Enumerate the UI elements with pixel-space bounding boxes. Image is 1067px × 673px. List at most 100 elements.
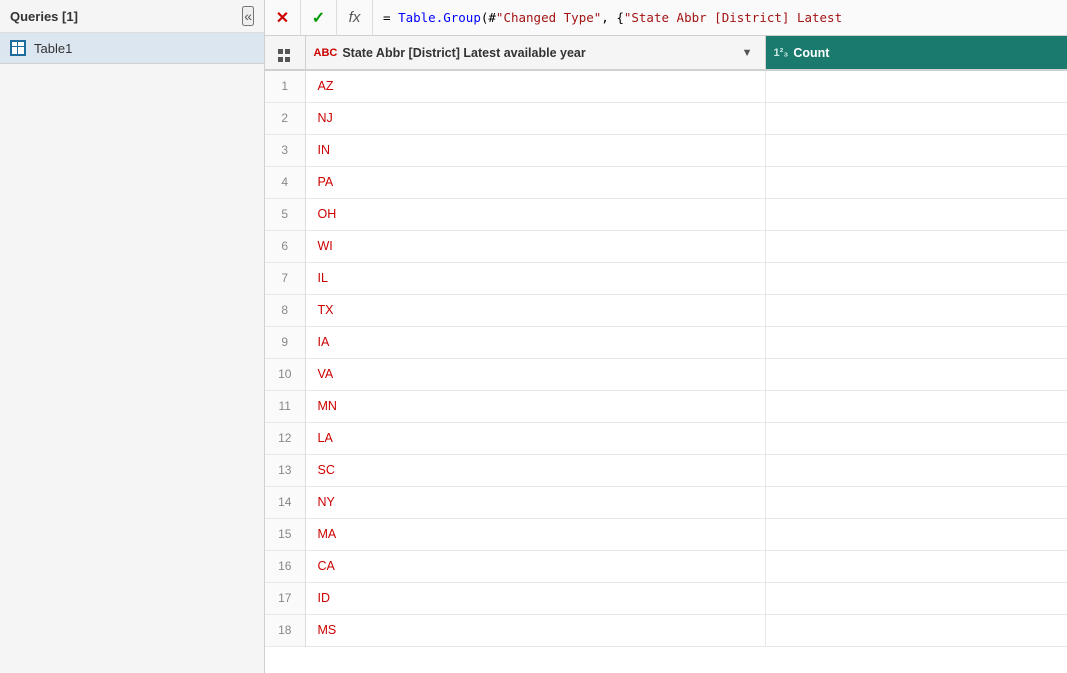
cell-count: 952 — [765, 486, 1067, 518]
th-rownum — [265, 36, 305, 70]
cell-count: 394 — [765, 134, 1067, 166]
cell-state: OH — [305, 198, 765, 230]
num-icon: 1²₃ — [774, 47, 789, 59]
cell-state: MS — [305, 614, 765, 646]
cell-count: 1078 — [765, 262, 1067, 294]
sidebar-item-label: Table1 — [34, 41, 72, 56]
cell-rownum: 13 — [265, 454, 305, 486]
table-row: 2NJ698 — [265, 102, 1067, 134]
cell-rownum: 2 — [265, 102, 305, 134]
cell-rownum: 1 — [265, 70, 305, 102]
cell-count: 368 — [765, 326, 1067, 358]
collapse-sidebar-button[interactable]: « — [242, 6, 254, 26]
th-state-label: State Abbr [District] Latest available y… — [342, 46, 585, 60]
sidebar-header: Queries [1] « — [0, 0, 264, 33]
grid-icon — [278, 49, 292, 63]
table-icon — [10, 40, 26, 56]
cell-state: LA — [305, 422, 765, 454]
table-row: 6WI461 — [265, 230, 1067, 262]
table-row: 11MN555 — [265, 390, 1067, 422]
table-row: 18MS164 — [265, 614, 1067, 646]
th-count: 1²₃ Count ▼ — [765, 36, 1067, 70]
cell-state: PA — [305, 166, 765, 198]
table-row: 1AZ673 — [265, 70, 1067, 102]
cell-rownum: 8 — [265, 294, 305, 326]
sidebar-header-left: Queries [1] — [10, 9, 78, 24]
cell-rownum: 11 — [265, 390, 305, 422]
cell-state: TX — [305, 294, 765, 326]
fx-button[interactable]: fx — [337, 0, 373, 36]
table-header-row: ABC State Abbr [District] Latest availab… — [265, 36, 1067, 70]
cell-rownum: 14 — [265, 486, 305, 518]
table-row: 7IL1078 — [265, 262, 1067, 294]
cell-rownum: 18 — [265, 614, 305, 646]
table-row: 4PA773 — [265, 166, 1067, 198]
table-row: 14NY952 — [265, 486, 1067, 518]
cell-count: 1277 — [765, 294, 1067, 326]
cell-rownum: 16 — [265, 550, 305, 582]
data-table: ABC State Abbr [District] Latest availab… — [265, 36, 1067, 647]
formula-changed-type: "Changed Type" — [496, 10, 601, 25]
cell-state: CA — [305, 550, 765, 582]
confirm-button[interactable]: ✓ — [301, 0, 337, 36]
table-row: 9IA368 — [265, 326, 1067, 358]
cell-state: NJ — [305, 102, 765, 134]
cell-state: VA — [305, 358, 765, 390]
cell-count: 555 — [765, 390, 1067, 422]
cell-state: IN — [305, 134, 765, 166]
table-row: 3IN394 — [265, 134, 1067, 166]
cell-count: 461 — [765, 230, 1067, 262]
table-row: 8TX1277 — [265, 294, 1067, 326]
main-panel: ✕ ✓ fx = Table.Group(#"Changed Type", {"… — [265, 0, 1067, 673]
cell-rownum: 15 — [265, 518, 305, 550]
cell-state: IA — [305, 326, 765, 358]
cell-count: 105 — [765, 454, 1067, 486]
formula-text[interactable]: = Table.Group(#"Changed Type", {"State A… — [373, 10, 1067, 25]
abc-icon: ABC — [314, 47, 338, 59]
cell-state: WI — [305, 230, 765, 262]
sidebar: Queries [1] « Table1 — [0, 0, 265, 673]
formula-fn-name: Table.Group — [398, 10, 481, 25]
table-row: 17ID151 — [265, 582, 1067, 614]
table-body: 1AZ6732NJ6983IN3944PA7735OH10916WI4617IL… — [265, 70, 1067, 646]
cancel-button[interactable]: ✕ — [265, 0, 301, 36]
cell-count: 1091 — [765, 198, 1067, 230]
cell-count: 698 — [765, 102, 1067, 134]
th-state: ABC State Abbr [District] Latest availab… — [305, 36, 765, 70]
table-row: 15MA403 — [265, 518, 1067, 550]
cell-count: 225 — [765, 358, 1067, 390]
table-row: 12LA126 — [265, 422, 1067, 454]
sidebar-item-table1[interactable]: Table1 — [0, 33, 264, 64]
cell-rownum: 4 — [265, 166, 305, 198]
cell-count: 1193 — [765, 550, 1067, 582]
table-row: 5OH1091 — [265, 198, 1067, 230]
cell-count: 673 — [765, 70, 1067, 102]
formula-bar: ✕ ✓ fx = Table.Group(#"Changed Type", {"… — [265, 0, 1067, 36]
cell-rownum: 3 — [265, 134, 305, 166]
cell-state: AZ — [305, 70, 765, 102]
cell-state: IL — [305, 262, 765, 294]
th-count-label: Count — [793, 46, 829, 60]
cell-count: 126 — [765, 422, 1067, 454]
state-filter-button[interactable]: ▼ — [738, 45, 757, 61]
cell-count: 773 — [765, 166, 1067, 198]
formula-equals: = — [383, 10, 398, 25]
cell-count: 164 — [765, 614, 1067, 646]
cell-count: 403 — [765, 518, 1067, 550]
formula-hash: # — [488, 10, 496, 25]
sidebar-title: Queries [1] — [10, 9, 78, 24]
table-row: 16CA1193 — [265, 550, 1067, 582]
table-container[interactable]: ABC State Abbr [District] Latest availab… — [265, 36, 1067, 673]
cell-state: ID — [305, 582, 765, 614]
cell-rownum: 12 — [265, 422, 305, 454]
cell-rownum: 5 — [265, 198, 305, 230]
cell-rownum: 7 — [265, 262, 305, 294]
table-row: 10VA225 — [265, 358, 1067, 390]
cell-count: 151 — [765, 582, 1067, 614]
cell-state: SC — [305, 454, 765, 486]
formula-state-abbr: "State Abbr [District] Latest — [624, 10, 842, 25]
cell-state: NY — [305, 486, 765, 518]
cell-state: MN — [305, 390, 765, 422]
cell-rownum: 9 — [265, 326, 305, 358]
cell-rownum: 6 — [265, 230, 305, 262]
